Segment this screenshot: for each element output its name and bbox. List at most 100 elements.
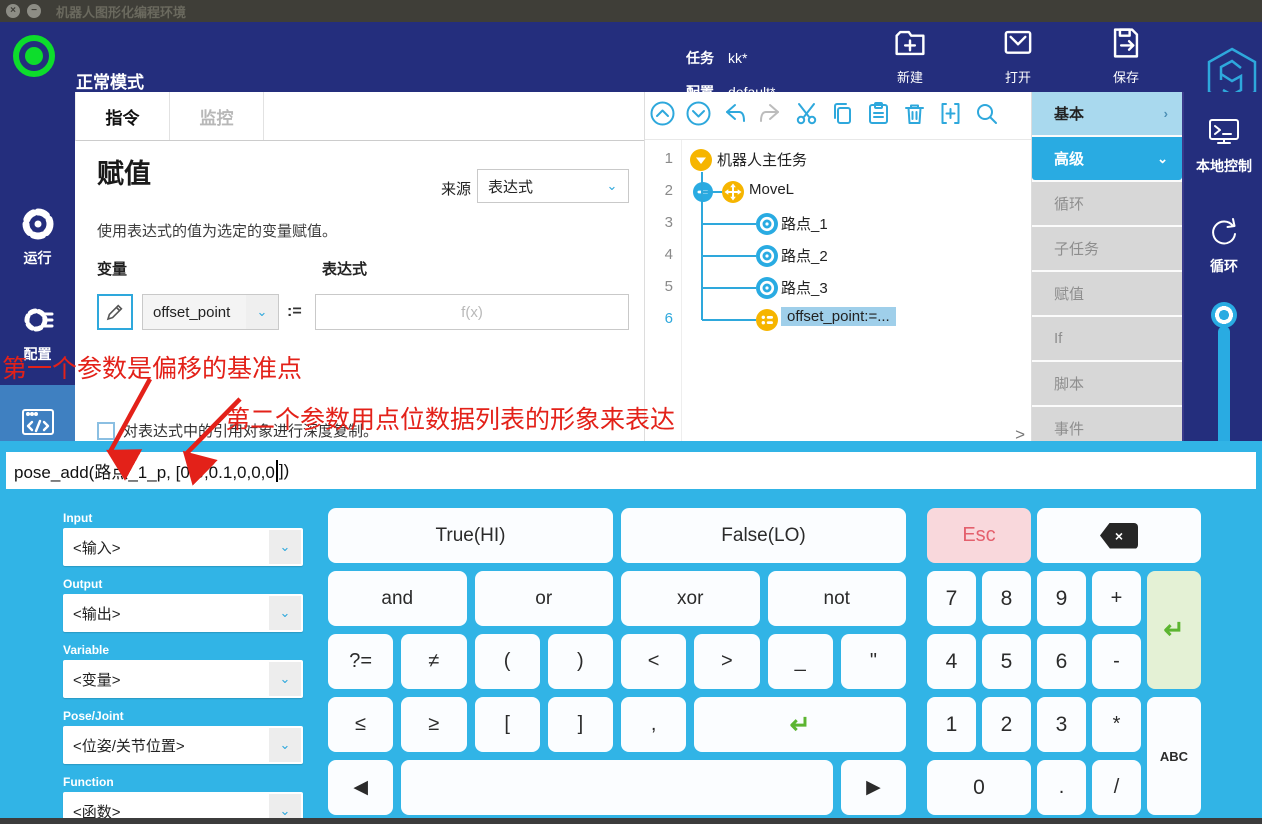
window-minimize-button[interactable]: − — [27, 4, 41, 18]
speed-slider-knob[interactable] — [1211, 302, 1237, 328]
delete-icon[interactable] — [901, 100, 928, 127]
quick-insert-dropdown-3[interactable]: <位姿/关节位置> ⌄ — [63, 726, 303, 764]
category-item-3[interactable]: 子任务 — [1032, 227, 1182, 270]
key-_[interactable]: _ — [768, 634, 833, 689]
key-xor[interactable]: xor — [621, 571, 760, 626]
category-item-5[interactable]: If — [1032, 317, 1182, 360]
key-u45[interactable]: - — [1092, 634, 1141, 689]
cut-icon[interactable] — [793, 100, 820, 127]
abc-key[interactable]: ABC — [1147, 697, 1201, 815]
task-value: kk* — [728, 50, 747, 66]
right-sidebar-item-0[interactable]: 本地控制 — [1184, 114, 1262, 176]
key-2[interactable]: 2 — [982, 697, 1031, 752]
quick-insert-dropdown-0[interactable]: <输入> ⌄ — [63, 528, 303, 566]
cursor-right-key[interactable]: ▶ — [841, 760, 906, 815]
key-u47[interactable]: / — [1092, 760, 1141, 815]
category-item-0[interactable]: 基本 › — [1032, 92, 1182, 135]
tree-row-number: 2 — [645, 182, 673, 199]
quick-insert-dropdown-1[interactable]: <输出> ⌄ — [63, 594, 303, 632]
key-u8800[interactable]: ≠ — [401, 634, 466, 689]
deep-copy-checkbox[interactable] — [97, 422, 115, 440]
task-root-icon — [689, 148, 713, 172]
key-u44[interactable]: , — [621, 697, 686, 752]
key-5[interactable]: 5 — [982, 634, 1031, 689]
local-control-terminal-icon — [1206, 114, 1242, 150]
assign-symbol: := — [287, 303, 302, 321]
quick-insert-group-2: Variable <变量> ⌄ — [63, 643, 303, 698]
key-6[interactable]: 6 — [1037, 634, 1086, 689]
quick-insert-group-4: Function <函数> ⌄ — [63, 775, 303, 824]
open-task-icon — [1001, 26, 1035, 65]
key-u60[interactable]: < — [621, 634, 686, 689]
header-action-1[interactable]: 打开 — [986, 26, 1050, 86]
speed-slider-track[interactable] — [1218, 326, 1230, 456]
key-or[interactable]: or — [475, 571, 614, 626]
key-u43[interactable]: + — [1092, 571, 1141, 626]
key-u40[interactable]: ( — [475, 634, 540, 689]
key-u91[interactable]: [ — [475, 697, 540, 752]
cursor-left-key[interactable]: ◀ — [328, 760, 393, 815]
key-3[interactable]: 3 — [1037, 697, 1086, 752]
key-u8805[interactable]: ≥ — [401, 697, 466, 752]
right-sidebar-item-label: 循环 — [1210, 256, 1238, 276]
key-u34[interactable]: " — [841, 634, 906, 689]
copy-icon[interactable] — [829, 100, 856, 127]
esc-key[interactable]: Esc — [927, 508, 1031, 563]
quick-insert-dropdown-2[interactable]: <变量> ⌄ — [63, 660, 303, 698]
scroll-down-icon[interactable] — [685, 100, 712, 127]
key-Trueu40HIu41[interactable]: True(HI) — [328, 508, 613, 563]
expression-editor-input[interactable]: pose_add(路点_1_p, [0,0,0.1,0,0,0 ]) — [6, 452, 1256, 489]
insert-icon[interactable] — [937, 100, 964, 127]
key-4[interactable]: 4 — [927, 634, 976, 689]
undo-icon[interactable] — [721, 100, 748, 127]
category-item-4[interactable]: 赋值 — [1032, 272, 1182, 315]
tab-1[interactable]: 监控 — [170, 92, 264, 140]
key-u93[interactable]: ] — [548, 697, 613, 752]
key-9[interactable]: 9 — [1037, 571, 1086, 626]
enter-key[interactable]: ↵ — [1147, 571, 1201, 689]
header-action-2[interactable]: 保存 — [1094, 26, 1158, 86]
tree-row-number: 6 — [645, 310, 673, 327]
window-close-button[interactable]: × — [6, 4, 20, 18]
key-u46[interactable]: . — [1037, 760, 1086, 815]
category-item-2[interactable]: 循环 — [1032, 182, 1182, 225]
key-7[interactable]: 7 — [927, 571, 976, 626]
key-u62[interactable]: > — [694, 634, 759, 689]
category-label: 基本 — [1054, 103, 1084, 124]
search-icon[interactable] — [973, 100, 1000, 127]
key-0[interactable]: 0 — [927, 760, 1031, 815]
right-sidebar-item-1[interactable]: 循环 — [1184, 214, 1262, 276]
scroll-up-icon[interactable] — [649, 100, 676, 127]
key-Falseu40LOu41[interactable]: False(LO) — [621, 508, 906, 563]
category-item-6[interactable]: 脚本 — [1032, 362, 1182, 405]
paste-icon[interactable] — [865, 100, 892, 127]
edit-variable-button[interactable] — [97, 294, 133, 330]
key-and[interactable]: and — [328, 571, 467, 626]
quick-insert-dropdown-value: <变量> — [63, 669, 267, 690]
category-item-1[interactable]: 高级 ⌄ — [1032, 137, 1182, 180]
right-sidebar-item-label: 本地控制 — [1196, 156, 1252, 176]
window-title: 机器人图形化编程环境 — [56, 2, 186, 21]
space-key[interactable] — [401, 760, 833, 815]
key-u63u61[interactable]: ?= — [328, 634, 393, 689]
key-u42[interactable]: * — [1092, 697, 1141, 752]
key-1[interactable]: 1 — [927, 697, 976, 752]
window-titlebar: × − 机器人图形化编程环境 — [0, 0, 1262, 22]
header-action-0[interactable]: 新建 — [878, 26, 942, 86]
key-8[interactable]: 8 — [982, 571, 1031, 626]
key-u8804[interactable]: ≤ — [328, 697, 393, 752]
variable-dropdown[interactable]: offset_point ⌄ — [142, 294, 279, 330]
tree-row-label: MoveL — [749, 181, 794, 198]
key-u41[interactable]: ) — [548, 634, 613, 689]
source-dropdown[interactable]: 表达式 ⌄ — [477, 169, 629, 203]
expression-input[interactable]: f(x) — [315, 294, 629, 330]
variable-dropdown-value: offset_point — [143, 304, 246, 321]
expression-text-before-caret: pose_add(路点_1_p, [0,0,0.1,0,0,0 — [14, 458, 275, 483]
tab-0[interactable]: 指令 — [76, 92, 170, 140]
sidebar-item-0[interactable]: 运行 — [0, 202, 75, 270]
redo-icon[interactable] — [757, 100, 784, 127]
enter-key[interactable]: ↵ — [694, 697, 906, 752]
new-task-icon — [893, 26, 927, 65]
key-not[interactable]: not — [768, 571, 907, 626]
backspace-key[interactable]: × — [1037, 508, 1201, 563]
